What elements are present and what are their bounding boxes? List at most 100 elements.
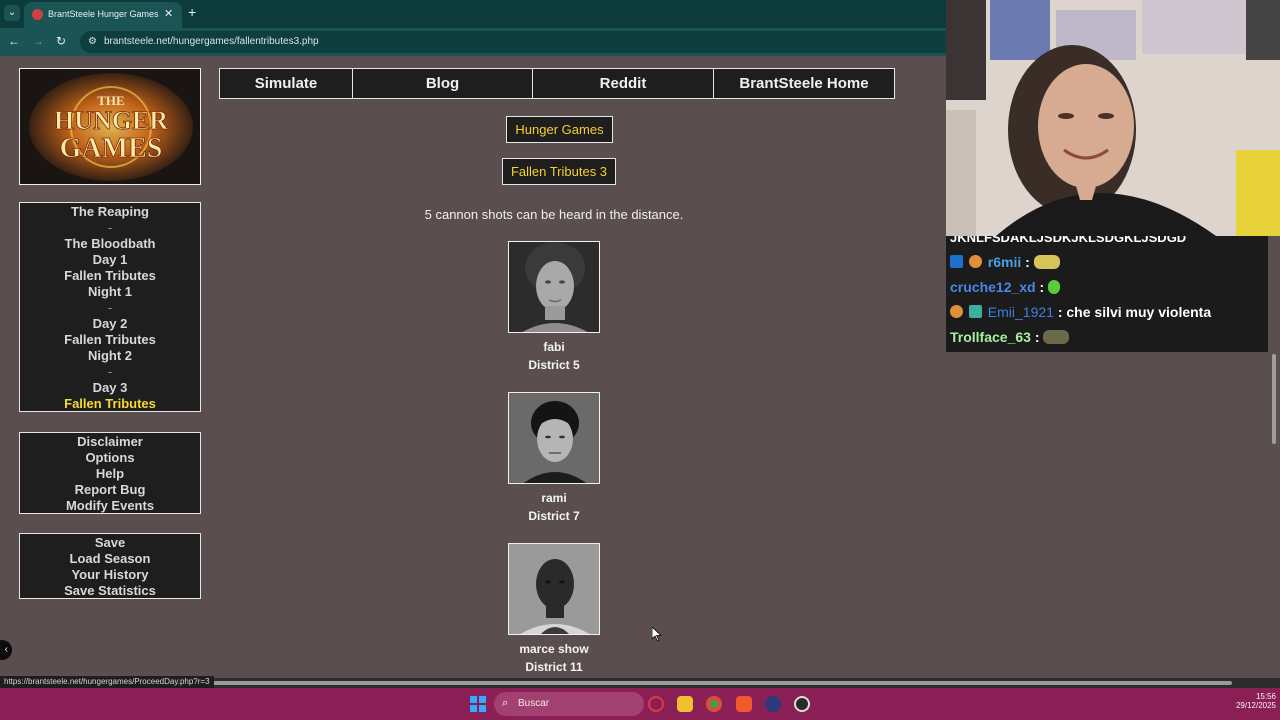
chat-text: che silvi muy violenta — [1066, 304, 1212, 320]
system-clock[interactable]: 15:56 29/12/2025 — [1224, 692, 1276, 710]
portrait-icon — [509, 242, 599, 332]
sidebar-item-the-bloodbath[interactable]: The Bloodbath — [20, 236, 200, 252]
sidebar-separator: - — [107, 300, 113, 315]
sidebar-item-the-reaping[interactable]: The Reaping — [20, 204, 200, 220]
chat-overlay: JKNLFSDAKLJSDKJKLSDGKLJSDGD r6mii : cruc… — [946, 236, 1280, 678]
chat-username[interactable]: Emii_1921 — [988, 304, 1054, 320]
tribute-district: District 7 — [528, 509, 580, 523]
sidebar-item-modify-events[interactable]: Modify Events — [20, 498, 200, 514]
opera-icon[interactable] — [648, 696, 664, 712]
badge-icon — [950, 255, 963, 268]
chat-separator: : — [1039, 279, 1045, 295]
sidebar-item-night-1[interactable]: Night 1 — [20, 284, 200, 300]
emote-icon — [1033, 255, 1060, 269]
taskbar-search-input[interactable]: ⌕ Buscar — [494, 692, 644, 716]
sidebar-item-day-3[interactable]: Day 3 — [20, 380, 200, 396]
tab-search-icon[interactable]: ⌄ — [4, 5, 20, 21]
reload-icon[interactable]: ↻ — [56, 34, 66, 48]
browser-tabbar: ⌄ BrantSteele Hunger Games Sim ✕ + — [0, 0, 946, 28]
chat-partial-line: JKNLFSDAKLJSDKJKLSDGKLJSDGD — [950, 236, 1187, 245]
chrome-icon[interactable] — [706, 696, 722, 712]
nav-reddit-button[interactable]: Reddit — [532, 68, 714, 99]
sidebar-item-your-history[interactable]: Your History — [20, 567, 200, 583]
new-tab-icon[interactable]: + — [188, 4, 196, 20]
page-content: THE HUNGER GAMES The Reaping - The Blood… — [0, 56, 946, 678]
horizontal-scroll-thumb[interactable] — [200, 681, 1232, 685]
badge-icon — [950, 305, 963, 318]
sidebar-item-night-2[interactable]: Night 2 — [20, 348, 200, 364]
chat-username[interactable]: r6mii — [988, 254, 1021, 270]
sidebar-separator: - — [107, 364, 113, 379]
sidebar-item-fallen-tributes-3[interactable]: Fallen Tributes — [20, 396, 200, 412]
nav-blog-button[interactable]: Blog — [352, 68, 533, 99]
section-title: Fallen Tributes 3 — [502, 158, 616, 185]
windows-start-icon[interactable] — [470, 696, 486, 712]
sidebar-item-fallen-tributes-1[interactable]: Fallen Tributes — [20, 268, 200, 284]
sidebar-item-load-season[interactable]: Load Season — [20, 551, 200, 567]
sidebar-item-help[interactable]: Help — [20, 466, 200, 482]
chat-message: Emii_1921 : che silvi muy violenta — [950, 304, 1211, 320]
badge-icon — [968, 305, 982, 318]
emote-icon — [1048, 280, 1061, 294]
file-explorer-icon[interactable] — [677, 696, 693, 712]
clock-date: 29/12/2025 — [1235, 701, 1276, 710]
sidebar-separator: - — [107, 220, 113, 235]
chat-separator: : — [1057, 304, 1063, 320]
close-icon[interactable]: ✕ — [164, 7, 173, 20]
sidebar-item-report-bug[interactable]: Report Bug — [20, 482, 200, 498]
hunger-games-logo[interactable]: THE HUNGER GAMES — [19, 68, 201, 185]
portrait-icon — [509, 544, 599, 634]
sidebar-item-fallen-tributes-2[interactable]: Fallen Tributes — [20, 332, 200, 348]
chat-message: Trollface_63 : — [950, 329, 1070, 345]
chat-username[interactable]: cruche12_xd — [950, 279, 1036, 295]
back-icon[interactable]: ← — [8, 34, 20, 48]
badge-icon — [968, 255, 982, 268]
browser-toolbar: ← → ↻ ⚙ brantsteele.net/hungergames/fall… — [0, 28, 946, 56]
brave-icon[interactable] — [736, 696, 752, 712]
ccleaner-icon[interactable] — [765, 696, 781, 712]
chat-separator: : — [1025, 254, 1030, 270]
sidebar-item-day-1[interactable]: Day 1 — [20, 252, 200, 268]
vertical-scrollbar[interactable] — [1268, 236, 1280, 678]
sidebar-item-options[interactable]: Options — [20, 450, 200, 466]
nav-simulate-button[interactable]: Simulate — [219, 68, 353, 99]
chat-message: r6mii : — [950, 254, 1060, 270]
cannon-message: 5 cannon shots can be heard in the dista… — [424, 207, 684, 222]
webcam-image-icon — [946, 0, 1280, 236]
sidebar-item-save-statistics[interactable]: Save Statistics — [20, 583, 200, 599]
tribute-district: District 5 — [528, 358, 580, 372]
chat-username[interactable]: Trollface_63 — [950, 329, 1031, 345]
chat-panel: JKNLFSDAKLJSDKJKLSDGKLJSDGD r6mii : cruc… — [946, 236, 1280, 352]
portrait-icon — [509, 393, 599, 483]
svg-text:HUNGER: HUNGER — [54, 106, 168, 135]
site-info-icon[interactable]: ⚙ — [88, 36, 97, 47]
nav-brantsteele-home-button[interactable]: BrantSteele Home — [713, 68, 895, 99]
sidebar-progress-menu: The Reaping - The Bloodbath Day 1 Fallen… — [19, 202, 201, 412]
tribute-photo — [508, 543, 600, 635]
sidebar-item-day-2[interactable]: Day 2 — [20, 316, 200, 332]
forward-icon[interactable]: → — [32, 34, 44, 48]
tribute-name: marce show — [519, 642, 589, 656]
sidebar-item-save[interactable]: Save — [20, 535, 200, 551]
side-panel-toggle-icon[interactable]: ‹ — [0, 640, 12, 660]
tribute-photo — [508, 241, 600, 333]
favicon-icon — [32, 9, 43, 20]
top-navigation: Simulate Blog Reddit BrantSteele Home — [219, 68, 895, 99]
logo-emblem-icon: THE HUNGER GAMES — [20, 69, 200, 184]
sidebar-links-menu: Disclaimer Options Help Report Bug Modif… — [19, 432, 201, 514]
chat-message: cruche12_xd : — [950, 279, 1061, 295]
browser-tab[interactable]: BrantSteele Hunger Games Sim ✕ — [24, 2, 182, 28]
sidebar-save-menu: Save Load Season Your History Save Stati… — [19, 533, 201, 599]
tab-title: BrantSteele Hunger Games Sim — [48, 9, 160, 19]
tribute-photo — [508, 392, 600, 484]
search-icon: ⌕ — [502, 697, 509, 709]
clock-time: 15:56 — [1255, 692, 1276, 701]
game-title-button[interactable]: Hunger Games — [506, 116, 613, 143]
vertical-scroll-thumb[interactable] — [1272, 354, 1276, 444]
address-bar[interactable]: ⚙ brantsteele.net/hungergames/fallentrib… — [80, 31, 946, 53]
url-text: brantsteele.net/hungergames/fallentribut… — [104, 36, 319, 47]
svg-text:GAMES: GAMES — [60, 133, 163, 164]
obs-icon[interactable] — [794, 696, 810, 712]
sidebar-item-disclaimer[interactable]: Disclaimer — [20, 434, 200, 450]
tribute-name: rami — [541, 491, 567, 505]
